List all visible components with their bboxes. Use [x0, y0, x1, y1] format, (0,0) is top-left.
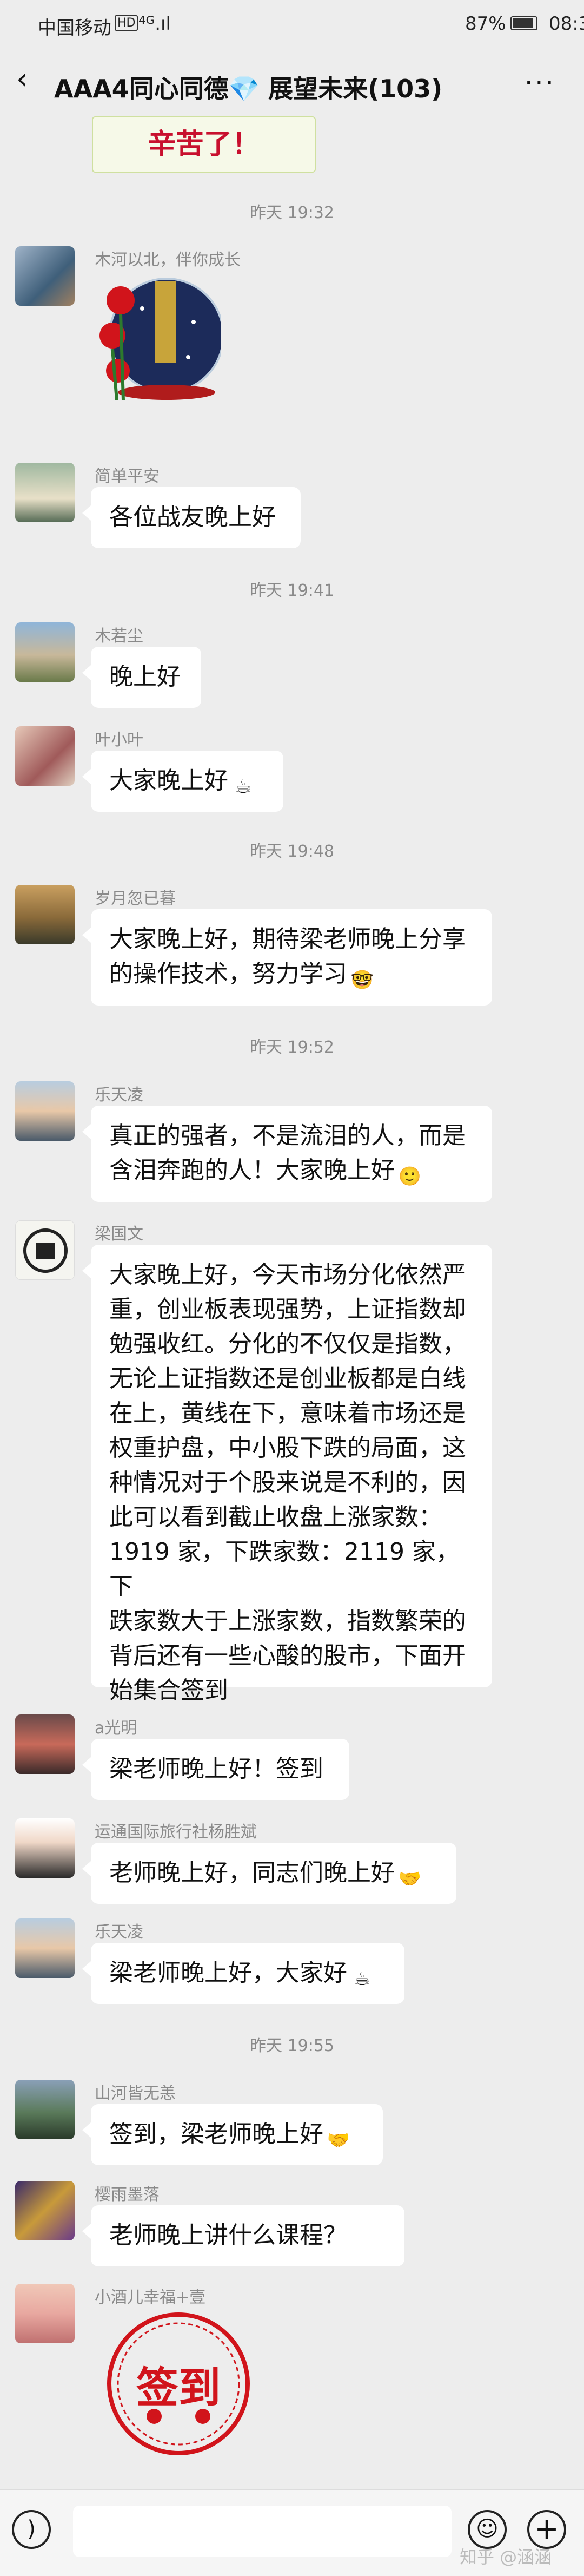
time-separator: 昨天 19:52 — [250, 1038, 334, 1057]
avatar[interactable] — [15, 463, 75, 522]
message-bubble[interactable]: 签到，梁老师晚上好 🤝 — [82, 2104, 383, 2165]
message-text: 的操作技术，努力学习 🤓 — [109, 957, 474, 993]
message-bubble[interactable]: 各位战友晚上好 — [82, 487, 301, 548]
clock: 08:34 — [549, 13, 584, 35]
message-text: 老师晚上好，同志们晚上好 — [109, 1859, 395, 1887]
message-text: 真正的强者，不是流泪的人，而是 — [109, 1122, 466, 1149]
hd-tag: HD — [115, 15, 138, 31]
avatar[interactable] — [15, 726, 75, 786]
message-bubble[interactable]: 老师晚上讲什么课程？ — [82, 2205, 404, 2266]
time-separator: 昨天 19:48 — [250, 842, 334, 861]
message-text: 老师晚上讲什么课程？ — [109, 2222, 347, 2249]
avatar[interactable] — [15, 1818, 75, 1878]
smile-icon: 🙂 — [398, 1166, 422, 1187]
avatar[interactable] — [15, 622, 75, 682]
avatar[interactable] — [15, 2181, 75, 2240]
sender-name: 岁月忽已暮 — [95, 889, 176, 908]
message-text: 种情况对于个股来说是不利的，因 — [109, 1469, 466, 1496]
message-input[interactable] — [73, 2506, 452, 2557]
chat-title: AAA4同心同德💎 展望未来(103) — [54, 74, 443, 103]
sender-name: 梁国文 — [95, 1225, 143, 1244]
message-bubble[interactable]: 梁老师晚上好，大家好 ☕ — [82, 1943, 404, 2004]
message-bubble[interactable]: 老师晚上好，同志们晚上好 🤝 — [82, 1843, 456, 1904]
coffee-icon: ☕ — [235, 776, 252, 798]
message-text: 背后还有一些心酸的股市，下面开 — [109, 1642, 466, 1670]
more-icon[interactable]: ··· — [525, 68, 556, 98]
message-text: 大家晚上好，期待梁老师晚上分享 — [109, 925, 466, 953]
battery-icon — [510, 16, 537, 30]
chat-header: ‹ AAA4同心同德💎 展望未来(103) ··· — [0, 49, 584, 114]
sender-name: 木河以北，伴你成长 — [95, 251, 241, 270]
message-bubble[interactable]: 梁老师晚上好！签到 — [82, 1739, 349, 1800]
avatar[interactable] — [15, 1220, 75, 1280]
avatar[interactable] — [15, 1081, 75, 1141]
message-text: 勉强收红。分化的不仅仅是指数， — [109, 1330, 466, 1358]
handshake-icon: 🤝 — [327, 2130, 350, 2151]
sender-name: 山河皆无恙 — [95, 2084, 176, 2103]
carrier-label: 中国移动 — [38, 17, 111, 39]
message-text: 大家晚上好 — [109, 767, 228, 794]
chevron-left-icon[interactable]: ‹ — [16, 64, 38, 94]
sender-name: 乐天凌 — [95, 1923, 143, 1942]
battery-percent: 87% — [465, 13, 506, 35]
nerd-face-icon: 🤓 — [350, 969, 374, 991]
message-text: 签到，梁老师晚上好 — [109, 2120, 323, 2148]
time-separator: 昨天 19:41 — [250, 581, 334, 600]
status-bar: 中国移动 HD ⁴ᴳ.ıl 87% 08:34 — [0, 0, 584, 49]
message-bubble[interactable]: 大家晚上好，今天市场分化依然严 重，创业板表现强势，上证指数却 勉强收红。分化的… — [82, 1245, 492, 1704]
signin-sticker[interactable]: 签到 — [105, 2311, 251, 2457]
avatar[interactable] — [15, 246, 75, 306]
avatar[interactable] — [15, 2284, 75, 2343]
time-separator: 昨天 19:55 — [250, 2036, 334, 2055]
time-separator: 昨天 19:32 — [250, 203, 334, 222]
message-text: 无论上证指数还是创业板都是白线 — [109, 1365, 466, 1392]
message-bubble[interactable]: 大家晚上好 ☕ — [82, 751, 283, 812]
roses-sticker[interactable] — [91, 271, 224, 403]
message-text: 含泪奔跑的人！大家晚上好 🙂 — [109, 1153, 474, 1190]
message-bubble[interactable]: 真正的强者，不是流泪的人，而是 含泪奔跑的人！大家晚上好 🙂 — [82, 1106, 492, 1202]
signal-icon: ⁴ᴳ.ıl — [138, 13, 171, 35]
message-text: 各位战友晚上好 — [109, 503, 276, 531]
avatar[interactable] — [15, 2080, 75, 2139]
sticker-text: 签到 — [136, 2364, 221, 2413]
message-text: 晚上好 — [109, 663, 181, 691]
coffee-icon: ☕ — [354, 1968, 371, 1990]
voice-icon[interactable]: ) — [12, 2510, 51, 2549]
sender-name: 乐天凌 — [95, 1086, 143, 1105]
message-text: 梁老师晚上好，大家好 — [109, 1959, 347, 1987]
sticker-thanks[interactable]: 辛苦了！ — [92, 116, 316, 173]
message-text: 跌家数大于上涨家数，指数繁荣的 — [109, 1607, 466, 1635]
sender-name: 樱雨墨落 — [95, 2185, 160, 2204]
message-text: 权重护盘，中小股下跌的局面，这 — [109, 1434, 466, 1462]
sender-name: a光明 — [95, 1719, 137, 1738]
message-bubble[interactable]: 大家晚上好，期待梁老师晚上分享 的操作技术，努力学习 🤓 — [82, 909, 492, 1006]
sender-name: 木若尘 — [95, 627, 143, 646]
sender-name: 简单平安 — [95, 467, 160, 486]
message-text: 此可以看到截止收盘上涨家数： — [109, 1503, 442, 1531]
watermark: 知乎 @涵涵 — [460, 2547, 552, 2567]
message-text: 大家晚上好，今天市场分化依然严 — [109, 1261, 466, 1289]
message-text: 在上，黄线在下，意味着市场还是 — [109, 1399, 466, 1427]
message-text: 重，创业板表现强势，上证指数却 — [109, 1296, 466, 1323]
message-bubble[interactable]: 晚上好 — [82, 647, 201, 708]
sender-name: 运通国际旅行社杨胜斌 — [95, 1823, 257, 1842]
message-text: 梁老师晚上好！签到 — [109, 1755, 323, 1783]
message-text: 始集合签到 — [109, 1677, 228, 1704]
avatar[interactable] — [15, 1714, 75, 1774]
avatar[interactable] — [15, 885, 75, 944]
avatar[interactable] — [15, 1918, 75, 1978]
handshake-icon: 🤝 — [398, 1868, 422, 1890]
sender-name: 小酒儿幸福+壹 — [95, 2288, 206, 2307]
sender-name: 叶小叶 — [95, 731, 143, 750]
message-text: 1919 家，下跌家数：2119 家，下 — [109, 1538, 460, 1600]
